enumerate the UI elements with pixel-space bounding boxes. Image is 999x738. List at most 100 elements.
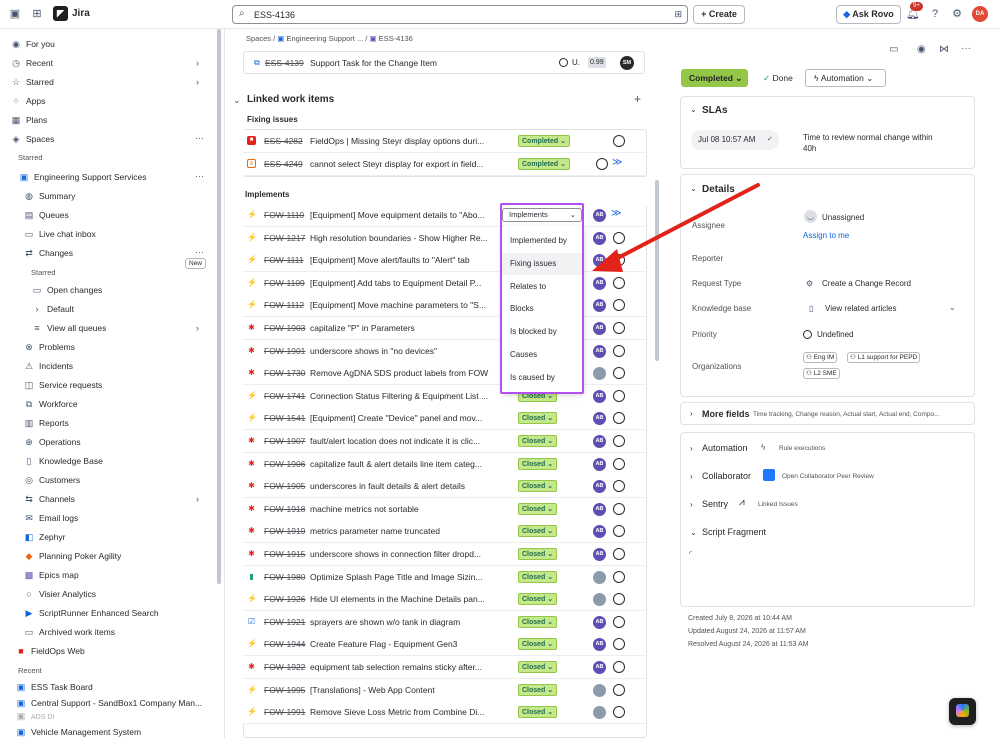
app-switcher-icon[interactable]: ⊞ [30,7,44,21]
table-row[interactable]: ✱ FOW-1906 capitalize fault & alert detail… [243,452,645,476]
table-row[interactable]: ✱ FOW-1730 Remove AgDNA SDS product labels… [243,362,645,386]
work-item-summary[interactable]: [Equipment] Move equipment details to "A… [310,210,498,220]
table-row[interactable]: ☑ FOW-1921 sprayers are shown w/o tank in … [243,610,645,634]
sidebar-item-live-chat[interactable]: ▭ Live chat inbox [23,225,96,243]
work-item-key[interactable]: FOW-1995 [264,685,305,695]
work-item-summary[interactable]: machine metrics not sortable [310,504,498,514]
table-row[interactable]: ✱ FOW-1922 equipment tab selection remains… [243,656,645,679]
table-row[interactable]: ⚡ FOW-1991 Remove Sieve Loss Metric from C… [243,701,645,725]
sidebar-item-summary[interactable]: ◍ Summary [23,187,75,205]
sidebar-item-customers[interactable]: ◎ Customers [23,471,80,489]
work-item-key[interactable]: FOW-1980 [264,572,305,582]
work-item-key[interactable]: FOW-1919 [264,526,305,536]
org-chip[interactable]: ⚇ Eng IM [803,352,838,363]
assign-to-me-link[interactable]: Assign to me [803,231,849,240]
work-item-key[interactable]: FOW-1944 [264,639,305,649]
sidebar-item-spaces[interactable]: ◈ Spaces [10,130,55,148]
sidebar-item-email-logs[interactable]: ✉ Email logs [23,509,78,527]
share-icon[interactable]: ⋈ [939,44,949,55]
more-icon[interactable]: ··· [961,43,971,54]
chevron-right-icon[interactable]: › [196,77,199,87]
work-item-summary[interactable]: [Equipment] Move alert/faults to "Alert"… [310,255,498,265]
sidebar-item-changes[interactable]: ⇄ Changes [23,244,73,262]
work-item-summary[interactable]: Hide UI elements in the Machine Details … [310,594,498,604]
work-item-summary[interactable]: High resolution boundaries - Show Higher… [310,233,498,243]
table-row[interactable]: ⚡ FOW-1112 [Equipment] Move machine parame… [243,294,645,318]
sidebar-item-epics-map[interactable]: ▩ Epics map [23,566,79,584]
user-avatar[interactable]: DA [972,6,988,22]
view-related-articles[interactable]: View related articles [825,304,896,313]
status-badge[interactable]: Closed ⌄ [518,457,558,470]
table-row[interactable]: ⚡ FOW-1926 Hide UI elements in the Machine… [243,588,645,612]
sidebar-item-recent[interactable]: ◷ Recent [10,54,53,72]
work-item-summary[interactable]: fault/alert location does not indicate i… [310,436,498,446]
work-item-key[interactable]: ESS-4139 [265,58,304,68]
status-badge[interactable]: Closed ⌄ [518,706,558,719]
work-item-key[interactable]: FOW-1741 [264,391,305,401]
work-item-key[interactable]: FOW-1217 [264,233,305,243]
chevron-right-icon[interactable]: › [690,500,693,509]
work-item-key[interactable]: FOW-1112 [264,300,304,310]
status-badge[interactable]: Closed ⌄ [518,502,558,515]
work-item-key[interactable]: FOW-1915 [264,549,305,559]
status-badge[interactable]: Closed ⌄ [518,480,558,493]
work-item-summary[interactable]: sprayers are shown w/o tank in diagram [310,617,498,627]
chevron-right-icon[interactable]: › [196,323,199,333]
work-item-key[interactable]: FOW-1991 [264,707,305,717]
table-row[interactable]: ■ ESS-4282 FieldOps | Missing Steyr disp… [243,130,645,153]
work-item-summary[interactable]: [Translations] - Web App Content [310,685,498,695]
status-badge[interactable]: Closed ⌄ [518,435,558,447]
chevron-right-icon[interactable]: › [690,444,693,453]
table-row[interactable]: ✱ FOW-1907 fault/alert location does not i… [243,430,645,453]
work-item-summary[interactable]: underscore shows in "no devices" [310,346,498,356]
work-item-key[interactable]: FOW-1730 [264,368,305,378]
work-item-key[interactable]: FOW-1906 [264,459,305,469]
add-link-icon[interactable]: + [634,92,641,106]
done-transition[interactable]: ✓ Done [763,73,793,84]
table-row[interactable]: ≡ ESS-4249 cannot select Steyr display f… [243,153,645,176]
work-item-summary[interactable]: FieldOps | Missing Steyr display options… [310,136,497,146]
rovo-chat-button[interactable] [949,698,976,725]
sidebar-item-workforce[interactable]: ⧉ Workforce [23,395,78,413]
jira-logo[interactable]: ◤ [53,6,68,21]
script-fragment-title[interactable]: Script Fragment [702,527,766,537]
table-row[interactable]: ⚡ FOW-1110 [Equipment] Move equipment deta… [243,204,645,227]
work-item-key[interactable]: FOW-1110 [264,210,304,220]
sidebar-item-planning-poker[interactable]: ◆ Planning Poker Agility [23,547,122,565]
work-item-summary[interactable]: Create Feature Flag - Equipment Gen3 [310,639,498,649]
table-row[interactable]: ⚡ FOW-1109 [Equipment] Add tabs to Equipme… [243,271,645,295]
sidebar-item-archived[interactable]: ▭ Archived work items [23,623,115,641]
sidebar-item-queues[interactable]: ▤ Queues [23,206,69,224]
status-badge[interactable]: Completed ⌄ [518,135,570,147]
sidebar-item-plans[interactable]: ▦ Plans [10,111,48,129]
watch-icon[interactable]: ◉ [917,44,926,55]
work-item-summary[interactable]: Optimize Splash Page Title and Image Siz… [310,572,498,582]
chevron-down-icon[interactable]: ⌄ [690,528,697,537]
assignee-value[interactable]: Unassigned [822,213,864,222]
status-badge[interactable]: Closed ⌄ [518,593,558,606]
sidebar-item-view-all-queues[interactable]: ≡ View all queues [31,319,106,337]
work-item-summary[interactable]: Remove AgDNA SDS product labels from FOW [310,368,498,378]
sidebar-scrollbar[interactable] [217,29,221,584]
table-row[interactable]: ⚡ FOW-1944 Create Feature Flag - Equipment… [243,633,645,657]
table-row[interactable]: ✱ FOW-1915 underscore shows in connection … [243,543,645,566]
org-chip[interactable]: ⚇ L2 SME [803,368,840,379]
sentry-title[interactable]: Sentry [702,499,728,509]
search-filter-icon[interactable]: ⊞ [674,9,682,20]
work-item-summary[interactable]: Support Task for the Change Item [310,58,437,68]
table-row[interactable]: ✱ FOW-1903 capitalize "P" in Parameters AB [243,317,645,340]
sidebar-item-incidents[interactable]: ⚠ Incidents [23,357,73,375]
work-item-summary[interactable]: Connection Status Filtering & Equipment … [310,391,498,401]
more-icon[interactable]: ··· [195,133,204,143]
work-item-summary[interactable]: capitalize "P" in Parameters [310,323,498,333]
table-row[interactable]: ▮ FOW-1980 Optimize Splash Page Title and … [243,565,645,589]
work-item-key[interactable]: FOW-1921 [264,617,305,627]
sidebar-item-apps[interactable]: ⁘ Apps [10,92,45,110]
work-item-key[interactable]: FOW-1907 [264,436,305,446]
request-type-value[interactable]: Create a Change Record [822,279,911,288]
work-item-summary[interactable]: underscore shows in connection filter dr… [310,549,498,559]
table-row[interactable]: ⚡ FOW-1111 [Equipment] Move alert/faults t… [243,249,645,273]
status-badge[interactable]: Closed ⌄ [518,638,558,651]
work-item-key[interactable]: ESS-4282 [264,136,303,146]
work-item-summary[interactable]: equipment tab selection remains sticky a… [310,662,498,672]
